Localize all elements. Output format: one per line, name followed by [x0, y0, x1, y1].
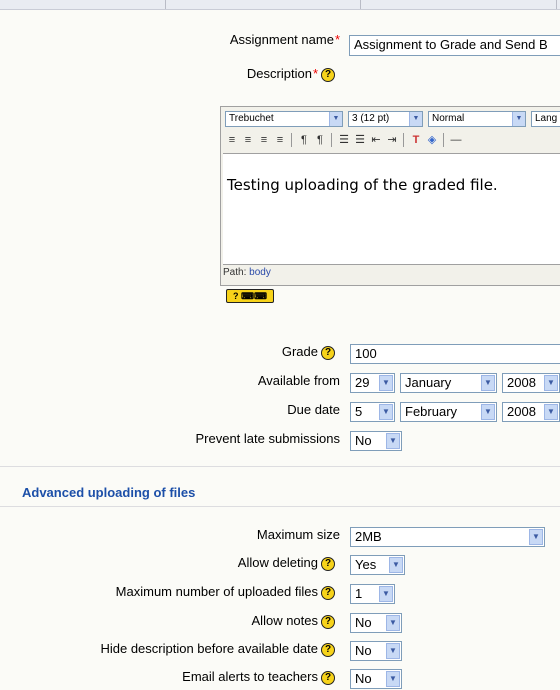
allow-deleting-label: Allow deleting? — [238, 555, 335, 571]
font-size-select[interactable]: 3 (12 pt) ▼ — [348, 111, 423, 127]
top-strip — [0, 0, 560, 10]
align-left-icon[interactable]: ≡ — [225, 133, 239, 147]
available-month-select[interactable]: January ▼ — [400, 373, 497, 393]
background-color-icon[interactable]: ◈ — [425, 133, 439, 147]
email-alerts-label: Email alerts to teachers? — [182, 669, 335, 685]
keyboard-help-icon[interactable]: ? ⌨⌨ — [226, 289, 274, 303]
allow-notes-label: Allow notes? — [252, 613, 335, 629]
assignment-name-input[interactable]: Assignment to Grade and Send B — [349, 35, 560, 56]
chevron-down-icon: ▼ — [379, 404, 393, 420]
editor-content-area[interactable]: Testing uploading of the graded file. — [223, 153, 560, 265]
indent-icon[interactable]: ⇥ — [385, 133, 399, 147]
strip-divider — [360, 0, 361, 9]
description-label: Description*? — [247, 66, 335, 82]
path-body-link[interactable]: body — [249, 267, 271, 278]
unordered-list-icon[interactable]: ☰ — [353, 133, 367, 147]
strip-divider — [165, 0, 166, 9]
max-size-select[interactable]: 2MB ▼ — [350, 527, 545, 547]
chevron-down-icon: ▼ — [529, 529, 543, 545]
chevron-down-icon: ▼ — [379, 375, 393, 391]
toolbar-divider — [331, 133, 332, 147]
section-divider — [0, 506, 560, 507]
ltr-icon[interactable]: ¶ — [297, 133, 311, 147]
required-mark: * — [312, 66, 318, 81]
chevron-down-icon: ▼ — [386, 433, 400, 449]
text-color-icon[interactable]: T — [409, 133, 423, 147]
chevron-down-icon: ▼ — [481, 404, 495, 420]
prevent-late-label: Prevent late submissions — [195, 431, 340, 446]
chevron-down-icon: ▼ — [544, 404, 558, 420]
help-icon[interactable]: ? — [321, 614, 335, 629]
max-files-label: Maximum number of uploaded files? — [116, 584, 335, 600]
rtl-icon[interactable]: ¶ — [313, 133, 327, 147]
font-select[interactable]: Trebuchet ▼ — [225, 111, 343, 127]
help-icon[interactable]: ? — [321, 345, 335, 360]
horizontal-rule-icon[interactable]: — — [449, 133, 463, 147]
help-icon[interactable]: ? — [321, 670, 335, 685]
toolbar-divider — [291, 133, 292, 147]
advanced-uploading-heading: Advanced uploading of files — [22, 485, 196, 500]
strip-divider — [556, 0, 557, 9]
format-select[interactable]: Normal ▼ — [428, 111, 526, 127]
chevron-down-icon: ▼ — [386, 615, 400, 631]
chevron-down-icon: ▼ — [389, 557, 403, 573]
allow-notes-select[interactable]: No ▼ — [350, 613, 402, 633]
chevron-down-icon: ▼ — [379, 586, 393, 602]
assignment-name-label: Assignment name* — [229, 32, 340, 47]
max-size-label: Maximum size — [256, 527, 340, 542]
align-right-icon[interactable]: ≡ — [257, 133, 271, 147]
chevron-down-icon: ▼ — [409, 112, 422, 126]
grade-field[interactable]: 100 — [350, 344, 560, 364]
available-year-select[interactable]: 2008 ▼ — [502, 373, 560, 393]
available-day-select[interactable]: 29 ▼ — [350, 373, 395, 393]
html-editor: Trebuchet ▼ 3 (12 pt) ▼ Normal ▼ Lang ≡ ≡ ≡… — [220, 106, 560, 286]
max-files-select[interactable]: 1 ▼ — [350, 584, 395, 604]
language-select[interactable]: Lang — [531, 111, 560, 127]
chevron-down-icon: ▼ — [512, 112, 525, 126]
hide-description-select[interactable]: No ▼ — [350, 641, 402, 661]
toolbar-divider — [403, 133, 404, 147]
help-icon[interactable]: ? — [321, 642, 335, 657]
help-icon[interactable]: ? — [321, 556, 335, 571]
due-day-select[interactable]: 5 ▼ — [350, 402, 395, 422]
prevent-late-select[interactable]: No ▼ — [350, 431, 402, 451]
hide-description-label: Hide description before available date? — [100, 641, 335, 657]
due-year-select[interactable]: 2008 ▼ — [502, 402, 560, 422]
grade-label: Grade? — [282, 344, 335, 360]
justify-icon[interactable]: ≡ — [273, 133, 287, 147]
editor-path-bar: Path: body — [223, 267, 271, 278]
required-mark: * — [334, 32, 340, 47]
chevron-down-icon: ▼ — [544, 375, 558, 391]
help-icon[interactable]: ? — [321, 67, 335, 82]
email-alerts-select[interactable]: No ▼ — [350, 669, 402, 689]
align-center-icon[interactable]: ≡ — [241, 133, 255, 147]
section-divider — [0, 466, 560, 467]
chevron-down-icon: ▼ — [481, 375, 495, 391]
due-month-select[interactable]: February ▼ — [400, 402, 497, 422]
chevron-down-icon: ▼ — [329, 112, 342, 126]
outdent-icon[interactable]: ⇤ — [369, 133, 383, 147]
toolbar-divider — [443, 133, 444, 147]
due-date-label: Due date — [287, 402, 340, 417]
ordered-list-icon[interactable]: ☰ — [337, 133, 351, 147]
chevron-down-icon: ▼ — [386, 671, 400, 687]
allow-deleting-select[interactable]: Yes ▼ — [350, 555, 405, 575]
help-icon[interactable]: ? — [321, 585, 335, 600]
chevron-down-icon: ▼ — [386, 643, 400, 659]
available-from-label: Available from — [257, 373, 340, 388]
